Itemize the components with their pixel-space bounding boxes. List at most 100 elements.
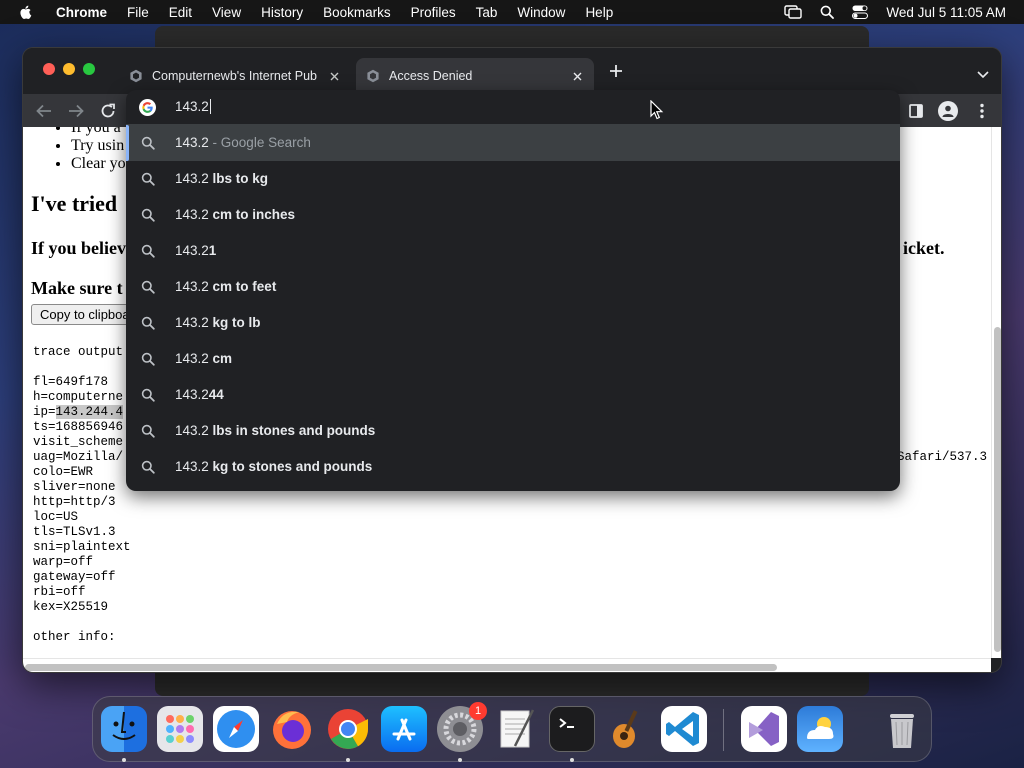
profile-avatar-icon[interactable] [938, 101, 958, 121]
trace-output-block: trace output fl=649f178 h=computerne ip=… [33, 345, 131, 645]
forward-arrow-icon[interactable] [67, 102, 85, 120]
dock-terminal-icon[interactable] [549, 706, 595, 752]
dock-running-indicator [458, 758, 462, 762]
trace-line: fl=649f178 [33, 375, 109, 389]
suggestion-text: 143.2 cm [175, 351, 232, 366]
address-bar-input[interactable]: 143.2 [126, 90, 900, 125]
uag-line-tail: Safari/537.3 [897, 450, 988, 464]
dock-separator [723, 709, 724, 751]
trace-line: uag=Mozilla/ [33, 450, 124, 464]
menu-edit[interactable]: Edit [169, 5, 192, 20]
menu-file[interactable]: File [127, 5, 149, 20]
spotlight-search-icon[interactable] [820, 5, 835, 19]
close-tab-icon[interactable] [570, 69, 584, 83]
trace-line: warp=off [33, 555, 94, 569]
tab-title: Computernewb's Internet Pub [152, 69, 317, 83]
suggestion-text: 143.21 [175, 243, 216, 258]
omnibox-suggestion[interactable]: 143.244 [126, 377, 900, 413]
side-panel-icon[interactable] [907, 102, 925, 120]
menubar-clock[interactable]: Wed Jul 5 11:05 AM [886, 5, 1006, 20]
heading-make-sure: Make sure t [31, 278, 123, 298]
vertical-scrollbar[interactable] [991, 127, 1001, 658]
omnibox-suggestion[interactable]: 143.2 kg to lb [126, 305, 900, 341]
dock-safari-icon[interactable] [213, 706, 259, 752]
apple-icon[interactable] [18, 4, 34, 20]
suggestion-query-part: 143.2 [175, 279, 209, 294]
menu-tab[interactable]: Tab [476, 5, 498, 20]
new-tab-plus-icon[interactable] [608, 63, 624, 79]
dock-app-store-icon[interactable] [381, 706, 427, 752]
omnibox-suggestion[interactable]: 143.2 cm [126, 341, 900, 377]
dock-visual-studio-icon[interactable] [741, 706, 787, 752]
menu-window[interactable]: Window [517, 5, 565, 20]
menu-view[interactable]: View [212, 5, 241, 20]
back-arrow-icon[interactable] [35, 102, 53, 120]
omnibox-suggestion[interactable]: 143.2 cm to inches [126, 197, 900, 233]
suggestion-text: 143.2 kg to stones and pounds [175, 459, 372, 474]
dock-garageband-icon[interactable] [605, 706, 651, 752]
suggestion-text: 143.244 [175, 387, 224, 402]
trace-line: h=computerne [33, 390, 124, 404]
omnibox-dropdown: 143.2 143.2 - Google Search 143.2 lbs to … [126, 90, 900, 491]
bullet-list: If you a Try usin Clear yo [71, 127, 126, 173]
tab-computernewb[interactable]: Computernewb's Internet Pub [119, 58, 351, 94]
menu-history[interactable]: History [261, 5, 303, 20]
minimize-window-button[interactable] [63, 63, 75, 75]
horizontal-scrollbar[interactable] [23, 658, 991, 672]
google-g-icon [139, 99, 156, 116]
menu-bookmarks[interactable]: Bookmarks [323, 5, 391, 20]
tab-search-chevron-icon[interactable] [977, 66, 989, 84]
dock-vscode-icon[interactable] [661, 706, 707, 752]
search-icon [141, 460, 155, 474]
dock-running-indicator [122, 758, 126, 762]
horizontal-scroll-thumb[interactable] [25, 664, 777, 671]
dock: 1 [92, 696, 932, 762]
site-favicon-icon [130, 69, 142, 83]
bullet-item: Try usin [71, 137, 126, 155]
menu-profiles[interactable]: Profiles [411, 5, 456, 20]
dock-chrome-icon[interactable] [325, 706, 371, 752]
close-tab-icon[interactable] [327, 69, 341, 83]
omnibox-suggestion[interactable]: 143.21 [126, 233, 900, 269]
heading-believe: If you believ [31, 238, 127, 258]
suggestion-query-part: 143.2 [175, 351, 209, 366]
omnibox-suggestion[interactable]: 143.2 - Google Search [126, 125, 900, 161]
chrome-menu-kebab-icon[interactable] [973, 102, 991, 120]
suggestion-completion-part: kg to lb [208, 315, 261, 330]
dock-textedit-icon[interactable] [493, 706, 539, 752]
dock-trash-icon[interactable] [879, 706, 925, 752]
menu-help[interactable]: Help [585, 5, 613, 20]
suggestion-completion-part: 44 [208, 387, 224, 402]
omnibox-suggestion[interactable]: 143.2 kg to stones and pounds [126, 449, 900, 485]
menu-chrome[interactable]: Chrome [56, 5, 107, 20]
suggestion-text: 143.2 cm to feet [175, 279, 276, 294]
vertical-scroll-thumb[interactable] [994, 327, 1001, 652]
reload-icon[interactable] [99, 102, 117, 120]
omnibox-suggestion[interactable]: 143.2 cm to feet [126, 269, 900, 305]
dock-running-indicator [346, 758, 350, 762]
settings-notification-badge: 1 [469, 702, 487, 720]
zoom-window-button[interactable] [83, 63, 95, 75]
tab-access-denied[interactable]: Access Denied [356, 58, 594, 94]
omnibox-suggestion[interactable]: 143.2 lbs to kg [126, 161, 900, 197]
close-window-button[interactable] [43, 63, 55, 75]
suggestion-query-part: 143.2 [175, 387, 209, 402]
suggestion-text: 143.2 kg to lb [175, 315, 261, 330]
dock-firefox-icon[interactable] [269, 706, 315, 752]
menu-bar: Chrome File Edit View History Bookmarks … [0, 0, 1024, 24]
heading-tried: I've tried [31, 191, 118, 216]
suggestion-text: 143.2 lbs in stones and pounds [175, 423, 375, 438]
control-center-icon[interactable] [852, 5, 869, 19]
trace-line: ts=168856946 [33, 420, 124, 434]
dock-weather-icon[interactable] [797, 706, 843, 752]
suggestion-query-part: 143.2 [175, 171, 209, 186]
copy-to-clipboard-button[interactable]: Copy to clipboa [31, 304, 139, 325]
dock-finder-icon[interactable] [101, 706, 147, 752]
mouse-cursor-icon [650, 100, 664, 120]
trace-line: colo=EWR [33, 465, 94, 479]
omnibox-suggestion[interactable]: 143.2 lbs in stones and pounds [126, 413, 900, 449]
screen-mirroring-icon[interactable] [784, 5, 803, 19]
heading-believe-tail: icket. [903, 238, 945, 258]
suggestion-text: 143.2 - Google Search [175, 135, 311, 150]
dock-launchpad-icon[interactable] [157, 706, 203, 752]
